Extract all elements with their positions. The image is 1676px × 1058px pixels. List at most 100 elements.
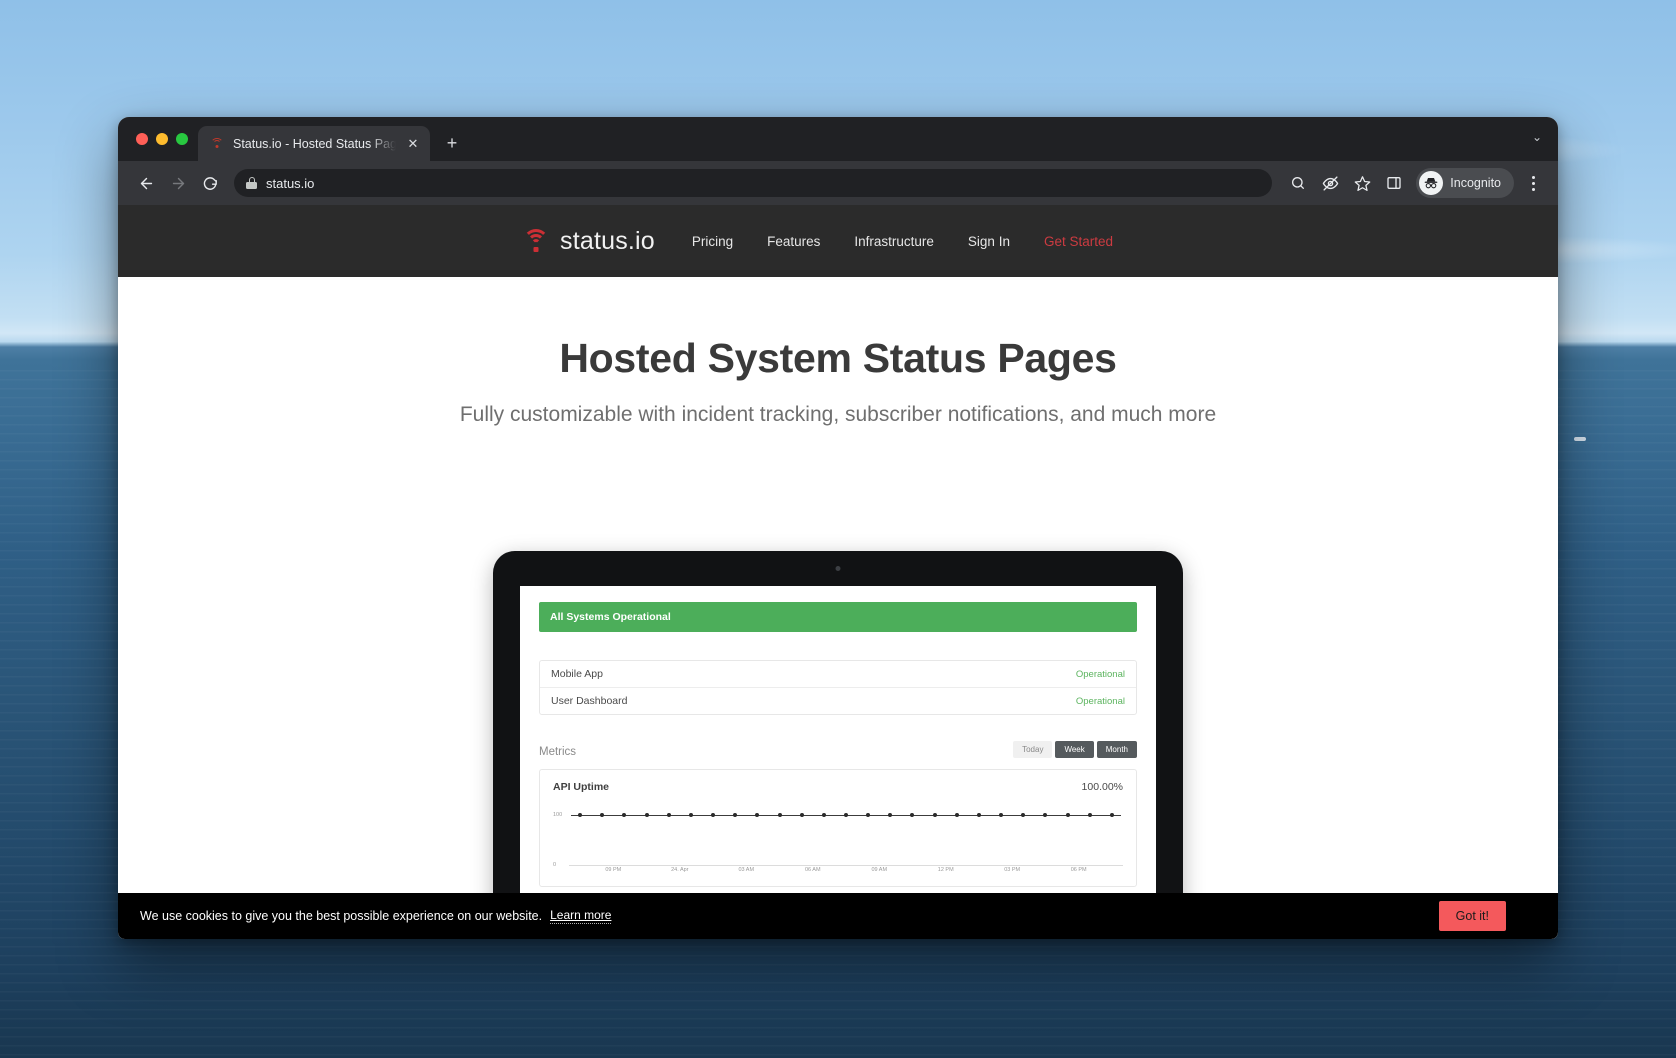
component-name: Mobile App [551,668,603,680]
chevron-down-icon[interactable]: ⌄ [1532,130,1542,144]
nav-link-pricing[interactable]: Pricing [692,234,733,249]
component-name: User Dashboard [551,695,627,707]
y-axis-tick-top: 100 [553,812,562,818]
data-point [910,813,914,817]
forward-button[interactable] [164,169,192,197]
x-axis-tick-label: 06 PM [1071,867,1087,873]
metrics-range-tabs: Today Week Month [1013,741,1137,758]
data-point [600,813,604,817]
x-axis-tick-label: 09 AM [871,867,887,873]
status-wifi-icon [210,137,224,151]
status-banner: All Systems Operational [539,602,1137,632]
data-point [1088,813,1092,817]
lock-icon [246,177,257,189]
nav-link-sign-in[interactable]: Sign In [968,234,1010,249]
metric-card-header: API Uptime 100.00% [553,781,1123,793]
tab-today[interactable]: Today [1013,741,1052,758]
data-point [1066,813,1070,817]
profile-incognito-chip[interactable]: Incognito [1416,168,1514,198]
nav-link-get-started[interactable]: Get Started [1044,234,1113,249]
profile-label: Incognito [1450,176,1501,190]
data-point [822,813,826,817]
data-point [622,813,626,817]
close-icon[interactable]: ✕ [405,136,421,152]
site-logo-text: status.io [560,227,655,256]
status-badge: Operational [1076,669,1125,680]
metric-value: 100.00% [1082,781,1123,793]
browser-window: Status.io - Hosted Status Page ✕ + ⌄ [118,117,1558,939]
site-logo[interactable]: status.io [523,227,655,256]
chart-plot-area [569,807,1123,873]
metrics-section-title: Metrics [539,746,576,758]
list-item: User Dashboard Operational [540,688,1136,714]
tablet-camera-dot [836,566,841,571]
nav-link-features[interactable]: Features [767,234,820,249]
hero-section: Hosted System Status Pages Fully customi… [118,277,1558,427]
x-axis-tick-label: 12 PM [938,867,954,873]
browser-tab-title: Status.io - Hosted Status Page [233,137,396,151]
search-magnifier-icon[interactable] [1284,169,1312,197]
x-axis-tick-labels: 09 PM 24. Apr 03 AM 06 AM 09 AM 12 PM 03 PM 06 … [569,867,1123,879]
data-point [778,813,782,817]
tab-week[interactable]: Week [1055,741,1093,758]
x-axis-tick-label: 03 AM [738,867,754,873]
address-bar[interactable]: status.io [234,169,1272,197]
star-icon[interactable] [1348,169,1376,197]
x-axis-tick-label: 03 PM [1004,867,1020,873]
x-axis-tick-label: 24. Apr [671,867,688,873]
y-axis-tick-bottom: 0 [553,862,556,868]
data-point [955,813,959,817]
page-viewport: status.io Pricing Features Infrastructur… [118,205,1558,939]
status-wifi-icon [523,229,549,253]
data-point [733,813,737,817]
data-point [667,813,671,817]
browser-menu-button[interactable] [1520,169,1546,197]
data-point [844,813,848,817]
window-minimize-button[interactable] [156,133,168,145]
list-item: Mobile App Operational [540,661,1136,688]
metric-card: API Uptime 100.00% 100 0 09 PM24. Ap [539,769,1137,887]
distant-boat [1574,437,1586,441]
back-button[interactable] [132,169,160,197]
data-point [800,813,804,817]
new-tab-button[interactable]: + [438,129,466,157]
data-point [888,813,892,817]
x-axis-tick-label: 06 AM [805,867,821,873]
data-point [1043,813,1047,817]
data-point [866,813,870,817]
metric-name: API Uptime [553,781,609,793]
window-traffic-lights [130,117,198,161]
browser-tab[interactable]: Status.io - Hosted Status Page ✕ [198,126,430,161]
incognito-icon [1419,171,1443,195]
data-point [1110,813,1114,817]
page-title: Hosted System Status Pages [118,335,1558,382]
browser-tab-strip: Status.io - Hosted Status Page ✕ + ⌄ [118,117,1558,161]
data-point [977,813,981,817]
desktop-wallpaper: Status.io - Hosted Status Page ✕ + ⌄ [0,0,1676,1058]
tab-month[interactable]: Month [1097,741,1137,758]
metrics-header: Metrics Today Week Month [539,741,1137,762]
data-point [755,813,759,817]
browser-toolbar: status.io [118,161,1558,205]
data-point [689,813,693,817]
data-point [933,813,937,817]
cookie-message: We use cookies to give you the best poss… [140,909,542,923]
cookie-accept-button[interactable]: Got it! [1439,901,1506,931]
x-axis-tick-label: 09 PM [605,867,621,873]
x-axis-line [569,865,1123,866]
tablet-mockup: All Systems Operational Mobile App Opera… [493,551,1183,939]
data-point [711,813,715,817]
cookie-learn-more-link[interactable]: Learn more [550,908,611,924]
tablet-screen: All Systems Operational Mobile App Opera… [520,586,1156,939]
side-panel-icon[interactable] [1380,169,1408,197]
status-badge: Operational [1076,696,1125,707]
eye-slash-icon[interactable] [1316,169,1344,197]
nav-link-infrastructure[interactable]: Infrastructure [854,234,934,249]
data-point [645,813,649,817]
page-subtitle: Fully customizable with incident trackin… [118,403,1558,427]
cookie-consent-banner: We use cookies to give you the best poss… [118,893,1558,939]
address-bar-url: status.io [266,176,314,191]
reload-button[interactable] [196,169,224,197]
window-close-button[interactable] [136,133,148,145]
window-maximize-button[interactable] [176,133,188,145]
